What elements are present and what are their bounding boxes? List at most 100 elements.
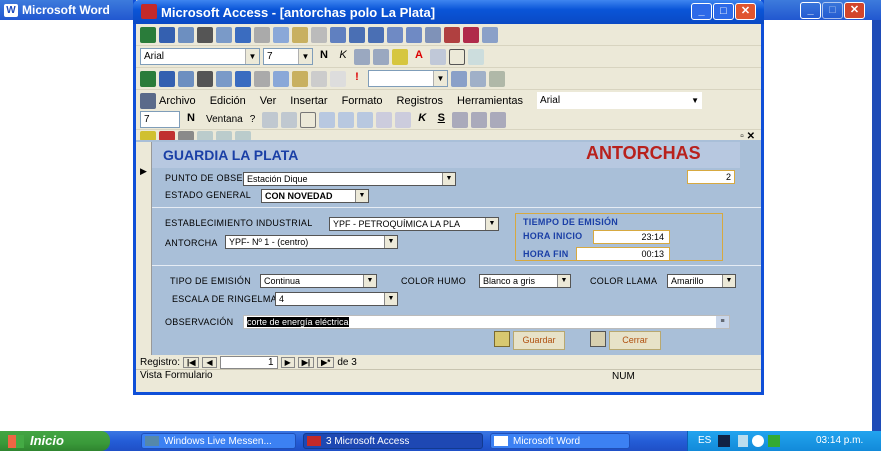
align-left-icon[interactable] <box>354 48 370 65</box>
special-effect-icon-2[interactable] <box>338 111 355 128</box>
print-icon[interactable] <box>197 26 213 43</box>
word-close-button[interactable]: ✕ <box>844 2 865 19</box>
line-icon[interactable] <box>376 111 393 128</box>
spell-icon-2[interactable] <box>235 70 251 87</box>
estado-select[interactable]: CON NOVEDAD ▼ <box>261 189 369 203</box>
copy-icon-2[interactable] <box>273 70 289 87</box>
network-tray-icon[interactable] <box>738 435 748 447</box>
save-icon[interactable] <box>159 26 175 43</box>
new-record-button[interactable]: ▶* <box>317 356 335 368</box>
guardar-button[interactable]: Guardar <box>513 331 565 350</box>
menu-archivo[interactable]: Archivo <box>159 95 196 107</box>
menu-formato[interactable]: Formato <box>342 95 383 107</box>
properties-icon-2[interactable] <box>451 70 467 87</box>
first-record-button[interactable]: |◀ <box>183 356 200 368</box>
word-maximize-button[interactable]: □ <box>822 2 843 19</box>
menu-registros[interactable]: Registros <box>397 95 443 107</box>
view-icon-2[interactable] <box>140 70 156 87</box>
align-icon-3[interactable] <box>490 111 507 128</box>
font-color-icon[interactable]: A <box>411 49 427 65</box>
cut-icon-2[interactable] <box>254 70 270 87</box>
hyperlink-icon[interactable] <box>330 26 346 43</box>
view-icon[interactable] <box>140 26 156 43</box>
menu-herramientas[interactable]: Herramientas <box>457 95 523 107</box>
messenger-tray-icon[interactable] <box>752 435 764 447</box>
delete-record-icon[interactable] <box>463 26 479 43</box>
undo-icon[interactable] <box>311 26 327 43</box>
save-icon-2[interactable] <box>159 70 175 87</box>
menu-ver[interactable]: Ver <box>260 95 277 107</box>
new-record-icon[interactable] <box>444 26 460 43</box>
format-icon-a[interactable] <box>262 111 279 128</box>
cerrar-button[interactable]: Cerrar <box>609 331 661 350</box>
bold-icon[interactable]: N <box>316 49 332 65</box>
special-effect-icon-3[interactable] <box>357 111 374 128</box>
color-humo-select[interactable]: Blanco a gris ▼ <box>479 274 571 288</box>
format-icon-b[interactable] <box>281 111 298 128</box>
line-icon-2[interactable] <box>395 111 412 128</box>
line-style-icon[interactable] <box>468 48 484 65</box>
undo-icon-2[interactable] <box>311 70 327 87</box>
word-minimize-button[interactable]: _ <box>800 2 821 19</box>
spelling-icon[interactable] <box>235 26 251 43</box>
current-record-field[interactable]: 1 <box>219 355 278 369</box>
prev-record-button[interactable]: ◀ <box>202 356 217 368</box>
observacion-field[interactable]: corte de energía eléctrica ≡ <box>243 315 730 329</box>
sort-asc-icon[interactable] <box>349 26 365 43</box>
menu-font-select[interactable]: Arial ▼ <box>537 92 703 109</box>
help-tray-icon[interactable] <box>718 435 730 447</box>
italic-icon[interactable]: K <box>335 49 351 65</box>
redo-icon[interactable] <box>330 70 346 87</box>
access-maximize-button[interactable]: □ <box>713 3 734 20</box>
tipo-emision-select[interactable]: Continua ▼ <box>260 274 377 288</box>
search-file-icon[interactable] <box>178 26 194 43</box>
print-icon-2[interactable] <box>197 70 213 87</box>
preview-icon-2[interactable] <box>216 70 232 87</box>
color-llama-select[interactable]: Amarillo ▼ <box>667 274 736 288</box>
font-size-select[interactable]: 7 ▼ <box>263 48 313 65</box>
menu-ventana[interactable]: Ventana <box>206 114 243 125</box>
italic-icon-2[interactable]: K <box>414 112 430 128</box>
object-select[interactable]: ▼ <box>368 70 448 87</box>
last-record-button[interactable]: ▶| <box>297 356 315 368</box>
taskbar-messenger[interactable]: Windows Live Messen... <box>141 433 296 449</box>
underline-icon[interactable]: S <box>433 112 449 128</box>
print-preview-icon[interactable] <box>216 26 232 43</box>
hora-inicio-field[interactable]: 23:14 <box>593 230 670 244</box>
database-window-icon[interactable] <box>470 70 486 87</box>
size-select-2[interactable]: 7 <box>140 111 180 128</box>
punto-select[interactable]: Estación Dique ▼ <box>243 172 456 186</box>
cerrar-door-icon[interactable] <box>590 331 606 347</box>
form-menu-icon[interactable] <box>140 92 156 109</box>
align-center-icon[interactable] <box>373 48 389 65</box>
paste-icon-2[interactable] <box>292 70 308 87</box>
exclamation-icon[interactable]: ! <box>349 71 365 87</box>
paste-icon[interactable] <box>292 26 308 43</box>
language-indicator[interactable]: ES <box>698 431 711 451</box>
align-icon-2[interactable] <box>471 111 488 128</box>
access-minimize-button[interactable]: _ <box>691 3 712 20</box>
status-tray-icon[interactable] <box>768 435 780 447</box>
taskbar-access[interactable]: 3 Microsoft Access <box>303 433 483 449</box>
record-id-field[interactable]: 2 <box>687 170 735 184</box>
escala-select[interactable]: 4 ▼ <box>275 292 398 306</box>
bold-icon-2[interactable]: N <box>183 112 199 128</box>
align-icon-1[interactable] <box>452 111 469 128</box>
menu-ayuda[interactable]: ? <box>250 114 256 125</box>
find-icon[interactable] <box>425 26 441 43</box>
font-name-select[interactable]: Arial ▼ <box>140 48 260 65</box>
cut-icon[interactable] <box>254 26 270 43</box>
menu-edicion[interactable]: Edición <box>210 95 246 107</box>
border-width-icon[interactable] <box>449 48 465 65</box>
special-effect-icon-1[interactable] <box>319 111 336 128</box>
menu-insertar[interactable]: Insertar <box>290 95 327 107</box>
line-color-icon[interactable] <box>430 48 446 65</box>
border-icon[interactable] <box>300 111 317 128</box>
sort-desc-icon[interactable] <box>368 26 384 43</box>
search-icon[interactable] <box>178 70 194 87</box>
taskbar-word[interactable]: Microsoft Word <box>490 433 630 449</box>
hora-fin-field[interactable]: 00:13 <box>576 247 670 261</box>
access-close-button[interactable]: ✕ <box>735 3 756 20</box>
filter-icon[interactable] <box>387 26 403 43</box>
antorcha-select[interactable]: YPF- Nº 1 - (centro) ▼ <box>225 235 398 249</box>
